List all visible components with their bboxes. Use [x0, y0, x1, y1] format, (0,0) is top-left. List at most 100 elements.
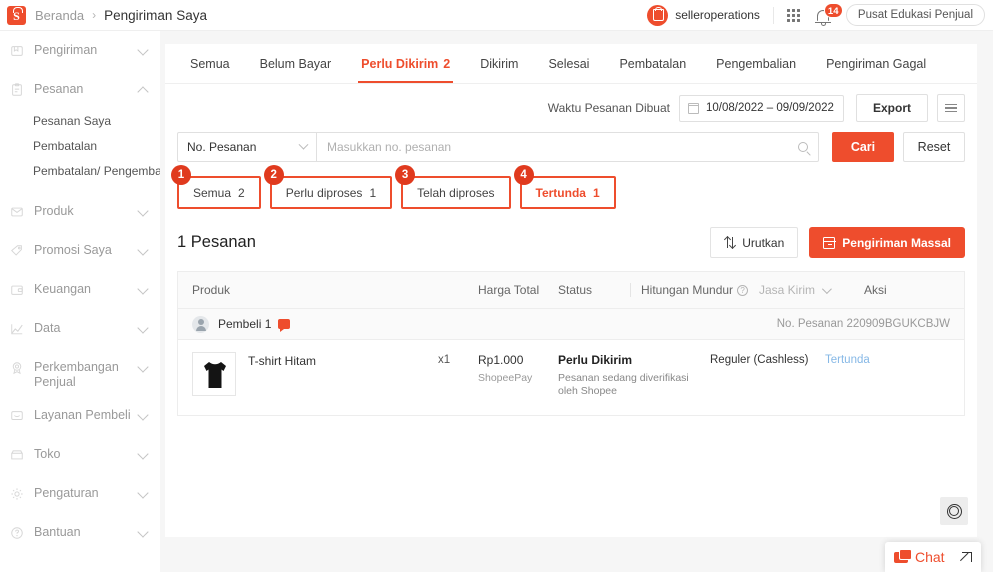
- chip-count: 1: [592, 185, 600, 200]
- header-jasa-kirim[interactable]: Jasa Kirim: [759, 283, 864, 297]
- tab-pengembalian[interactable]: Pengembalian: [701, 44, 811, 83]
- sidebar-item-toko[interactable]: Toko: [0, 435, 160, 474]
- account-name: selleroperations: [675, 8, 760, 22]
- action-link[interactable]: Tertunda: [825, 352, 903, 401]
- search-field-select[interactable]: No. Pesanan: [177, 132, 317, 162]
- export-button[interactable]: Export: [855, 94, 928, 122]
- chevron-down-icon: [137, 283, 149, 295]
- product-quantity: x1: [438, 354, 451, 366]
- buyer-avatar-icon: [192, 315, 209, 333]
- product-name[interactable]: T-shirt Hitam: [248, 352, 438, 401]
- sidebar-item-pengaturan[interactable]: Pengaturan: [0, 474, 160, 513]
- order-status-tabs: Semua Belum Bayar Perlu Dikirim 2 Dikiri…: [165, 44, 977, 84]
- tab-pembatalan[interactable]: Pembatalan: [604, 44, 701, 83]
- sidebar-subitem-pembatalan[interactable]: Pembatalan: [0, 134, 160, 159]
- shopee-logo[interactable]: S: [7, 5, 26, 25]
- chip-count: 2: [238, 185, 245, 200]
- order-price: Rp1.000 ShopeePay: [478, 352, 558, 401]
- top-bar: S Beranda › Pengiriman Saya selleroperat…: [0, 0, 993, 31]
- tab-label: Pengiriman Gagal: [826, 56, 927, 71]
- sidebar-item-layanan-pembeli[interactable]: Layanan Pembeli: [0, 396, 160, 435]
- chip-perlu-diproses[interactable]: 2 Perlu diproses 1: [263, 165, 393, 209]
- chip-label: Perlu diproses: [285, 185, 363, 200]
- order-list-icon: [12, 83, 22, 96]
- tab-dikirim[interactable]: Dikirim: [465, 44, 533, 83]
- sidebar-item-pesanan[interactable]: Pesanan: [0, 70, 160, 109]
- sidebar-label: Perkembangan Penjual: [34, 360, 119, 389]
- sidebar-label: Produk: [34, 204, 74, 218]
- buyer-name[interactable]: Pembeli 1: [218, 317, 271, 331]
- wallet-icon: [11, 285, 23, 295]
- tab-label: Pembatalan: [619, 56, 687, 71]
- chat-bubble-icon[interactable]: [278, 319, 291, 332]
- tab-label: Selesai: [548, 56, 590, 71]
- notification-bell-icon[interactable]: 14: [814, 2, 843, 26]
- scroll-helper-button[interactable]: [940, 497, 968, 525]
- header-harga-total: Harga Total: [478, 283, 540, 297]
- search-field-value: No. Pesanan: [187, 140, 257, 154]
- loading-ring-icon: [946, 503, 962, 519]
- sidebar: Pengiriman Pesanan Pesanan Saya Pembatal…: [0, 31, 160, 572]
- sidebar-label: Promosi Saya: [34, 243, 112, 257]
- mass-shipment-label: Pengiriman Massal: [842, 235, 951, 250]
- header-aksi: Aksi: [864, 283, 887, 297]
- notification-count-badge: 14: [823, 2, 843, 18]
- tab-pengiriman-gagal[interactable]: Pengiriman Gagal: [811, 44, 941, 83]
- sidebar-item-data[interactable]: Data: [0, 309, 160, 348]
- tab-semua[interactable]: Semua: [175, 44, 245, 83]
- search-input[interactable]: [327, 140, 798, 154]
- black-tshirt-thumbnail: [204, 362, 226, 388]
- sidebar-item-pengiriman[interactable]: Pengiriman: [0, 31, 160, 70]
- avatar: [647, 4, 669, 26]
- apps-grid-icon[interactable]: [786, 8, 800, 22]
- sidebar-label: Pesanan: [34, 82, 84, 96]
- sidebar-label: Layanan Pembeli: [34, 408, 131, 422]
- sidebar-item-keuangan[interactable]: Keuangan: [0, 270, 160, 309]
- main-content: Semua Belum Bayar Perlu Dikirim 2 Dikiri…: [160, 31, 993, 572]
- sidebar-label: Keuangan: [34, 282, 92, 296]
- status-note: Pesanan sedang diverifikasi oleh Shopee: [558, 372, 689, 397]
- date-range-picker[interactable]: 10/08/2022 – 09/09/2022: [678, 94, 844, 122]
- search-icon[interactable]: [798, 142, 808, 152]
- divider: [630, 283, 631, 297]
- chart-line-icon: [11, 324, 23, 335]
- chip-semua[interactable]: 1 Semua 2: [171, 165, 261, 209]
- tab-perlu-dikirim[interactable]: Perlu Dikirim 2: [346, 44, 465, 83]
- medal-icon: [12, 362, 22, 375]
- chip-telah-diproses[interactable]: 3 Telah diproses: [395, 165, 511, 209]
- chip-tertunda[interactable]: 4 Tertunda 1: [513, 165, 616, 209]
- account-menu[interactable]: selleroperations: [647, 4, 760, 26]
- orders-table: Produk Harga Total Status Hitungan Mundu…: [177, 271, 965, 416]
- sidebar-item-perkembangan-penjual[interactable]: Perkembangan Penjual: [0, 348, 160, 396]
- breadcrumb-home[interactable]: Beranda: [35, 8, 84, 23]
- gear-icon: [11, 488, 23, 500]
- chevron-down-icon: [137, 44, 149, 56]
- chevron-down-icon: [821, 283, 832, 294]
- sidebar-subitem-pesanan-saya[interactable]: Pesanan Saya: [0, 109, 160, 134]
- seller-education-button[interactable]: Pusat Edukasi Penjual: [845, 4, 985, 26]
- chat-widget[interactable]: Chat: [885, 542, 981, 572]
- mass-shipment-button[interactable]: Pengiriman Massal: [809, 227, 965, 258]
- product-thumbnail[interactable]: [192, 352, 236, 396]
- order-count-title: 1 Pesanan: [177, 233, 256, 251]
- sidebar-item-promosi-saya[interactable]: Promosi Saya: [0, 231, 160, 270]
- sidebar-item-bantuan[interactable]: Bantuan: [0, 513, 160, 552]
- question-mark-icon[interactable]: ?: [737, 284, 749, 296]
- date-filter-label: Waktu Pesanan Dibuat: [547, 101, 670, 115]
- mass-ship-icon: [822, 236, 836, 249]
- reset-button[interactable]: Reset: [903, 132, 965, 162]
- chevron-up-icon: [137, 86, 149, 98]
- list-menu-icon[interactable]: [937, 94, 965, 122]
- tab-belum-bayar[interactable]: Belum Bayar: [245, 44, 347, 83]
- sidebar-label: Data: [34, 321, 61, 335]
- tag-icon: [11, 245, 22, 256]
- search-button[interactable]: Cari: [832, 132, 894, 162]
- header-produk: Produk: [192, 283, 231, 297]
- tab-selesai[interactable]: Selesai: [533, 44, 604, 83]
- sort-arrows-icon: [723, 235, 736, 250]
- expand-arrow-icon[interactable]: [961, 551, 972, 563]
- sort-button[interactable]: Urutkan: [710, 227, 799, 258]
- sidebar-item-produk[interactable]: Produk: [0, 192, 160, 231]
- tab-label: Semua: [190, 56, 230, 71]
- sidebar-subitem-pembatalan-pengembalian[interactable]: Pembatalan/ Pengembalian: [0, 159, 160, 184]
